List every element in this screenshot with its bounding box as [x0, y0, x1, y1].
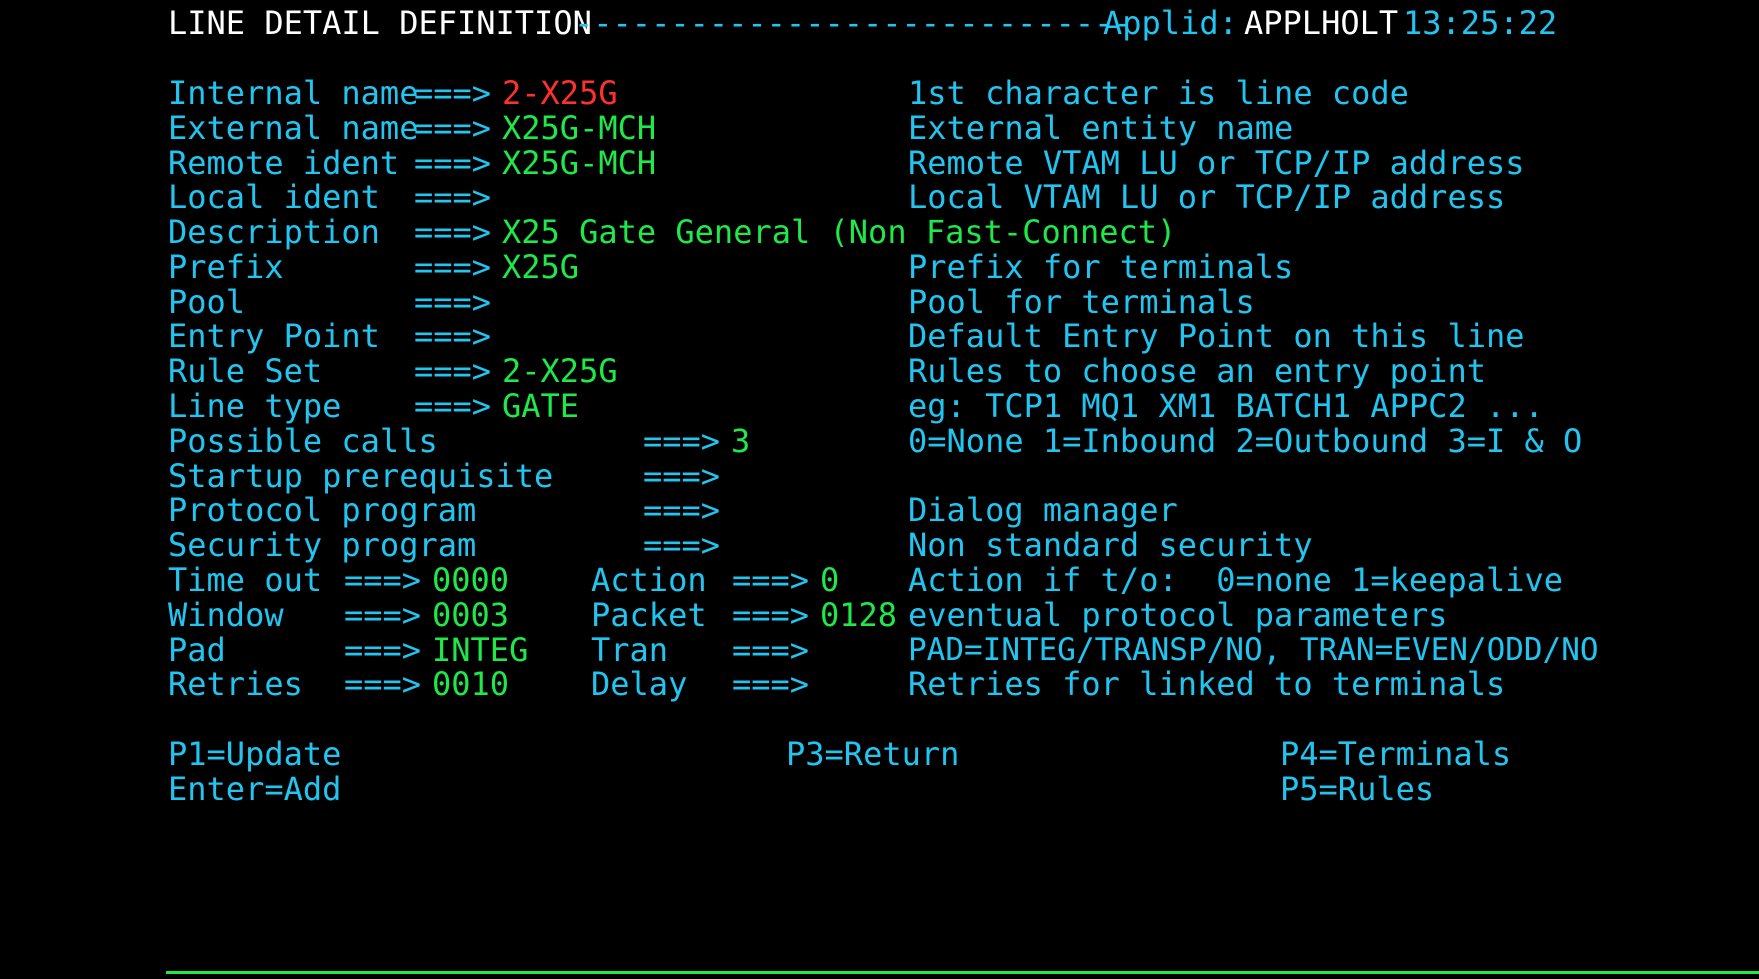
line-type-help: eg: TCP1 MQ1 XM1 BATCH1 APPC2 ... [908, 387, 1544, 425]
internal-name-field[interactable]: 2-X25G [502, 74, 894, 113]
pf5-rules-key[interactable]: P5=Rules [1280, 770, 1434, 809]
line-type-arrow: ===> [414, 387, 492, 425]
internal-name-label: Internal name [168, 74, 419, 112]
window-label: Window [168, 596, 284, 634]
prefix-arrow: ===> [414, 248, 492, 286]
security-program-label: Security program [168, 526, 477, 564]
delay-label: Delay [591, 665, 688, 703]
possible-calls-field[interactable]: 3 [731, 422, 891, 461]
description-field[interactable]: X25 Gate General (Non Fast-Connect) [502, 213, 1552, 252]
line-type-field[interactable]: GATE [502, 387, 894, 426]
internal-name-arrow: ===> [414, 74, 492, 112]
possible-calls-help: 0=None 1=Inbound 2=Outbound 3=I & O [908, 422, 1583, 460]
window-field[interactable]: 0003 [432, 596, 572, 635]
local-ident-field[interactable] [502, 178, 894, 217]
local-ident-arrow: ===> [414, 178, 492, 216]
packet-label: Packet [591, 596, 707, 634]
retries-field[interactable]: 0010 [432, 665, 572, 704]
pf4-terminals-key[interactable]: P4=Terminals [1280, 735, 1511, 774]
action-field[interactable]: 0 [820, 561, 900, 600]
packet-arrow: ===> [732, 596, 810, 634]
clock-time: 13:25:22 [1403, 4, 1558, 42]
status-line-divider [166, 971, 1759, 974]
possible-calls-arrow: ===> [643, 422, 721, 460]
pf1-update-key[interactable]: P1=Update [168, 735, 341, 774]
rule-set-label: Rule Set [168, 352, 323, 390]
delay-arrow: ===> [732, 665, 810, 703]
entry-point-field[interactable] [502, 317, 894, 356]
description-arrow: ===> [414, 213, 492, 251]
external-name-help: External entity name [908, 109, 1294, 147]
action-label: Action [591, 561, 707, 599]
pf3-return-key[interactable]: P3=Return [786, 735, 959, 774]
header-dashes: ----------------------------- [574, 4, 1133, 42]
entry-point-label: Entry Point [168, 317, 380, 355]
external-name-arrow: ===> [414, 109, 492, 147]
applid-label: Applid: [1103, 4, 1238, 42]
entry-point-arrow: ===> [414, 317, 492, 355]
protocol-program-help: Dialog manager [908, 491, 1178, 529]
window-arrow: ===> [344, 596, 422, 634]
prefix-field[interactable]: X25G [502, 248, 894, 287]
security-program-field[interactable] [731, 526, 891, 565]
screen-title: LINE DETAIL DEFINITION [168, 4, 592, 42]
terminal-screen: LINE DETAIL DEFINITION -----------------… [0, 0, 1759, 979]
delay-help: Retries for linked to terminals [908, 665, 1506, 703]
action-help: Action if t/o: 0=none 1=keepalive [908, 561, 1564, 599]
time-out-label: Time out [168, 561, 323, 599]
external-name-label: External name [168, 109, 419, 147]
retries-arrow: ===> [344, 665, 422, 703]
security-program-arrow: ===> [643, 526, 721, 564]
description-label: Description [168, 213, 380, 251]
time-out-arrow: ===> [344, 561, 422, 599]
protocol-program-label: Protocol program [168, 491, 477, 529]
enter-add-key[interactable]: Enter=Add [168, 770, 341, 809]
protocol-program-arrow: ===> [643, 491, 721, 529]
protocol-program-field[interactable] [731, 491, 891, 530]
delay-field[interactable] [820, 665, 900, 704]
line-type-label: Line type [168, 387, 342, 425]
local-ident-label: Local ident [168, 178, 380, 216]
possible-calls-label: Possible calls [168, 422, 438, 460]
rule-set-field[interactable]: 2-X25G [502, 352, 894, 391]
external-name-field[interactable]: X25G-MCH [502, 109, 894, 148]
action-arrow: ===> [732, 561, 810, 599]
entry-point-help: Default Entry Point on this line [908, 317, 1525, 355]
security-program-help: Non standard security [908, 526, 1313, 564]
local-ident-help: Local VTAM LU or TCP/IP address [908, 178, 1506, 216]
rule-set-arrow: ===> [414, 352, 492, 390]
applid-value: APPLHOLT [1244, 4, 1399, 42]
prefix-label: Prefix [168, 248, 284, 286]
packet-field[interactable]: 0128 [820, 596, 900, 635]
time-out-field[interactable]: 0000 [432, 561, 572, 600]
rule-set-help: Rules to choose an entry point [908, 352, 1486, 390]
retries-label: Retries [168, 665, 303, 703]
packet-help: eventual protocol parameters [908, 596, 1448, 634]
internal-name-help: 1st character is line code [908, 74, 1409, 112]
prefix-help: Prefix for terminals [908, 248, 1294, 286]
